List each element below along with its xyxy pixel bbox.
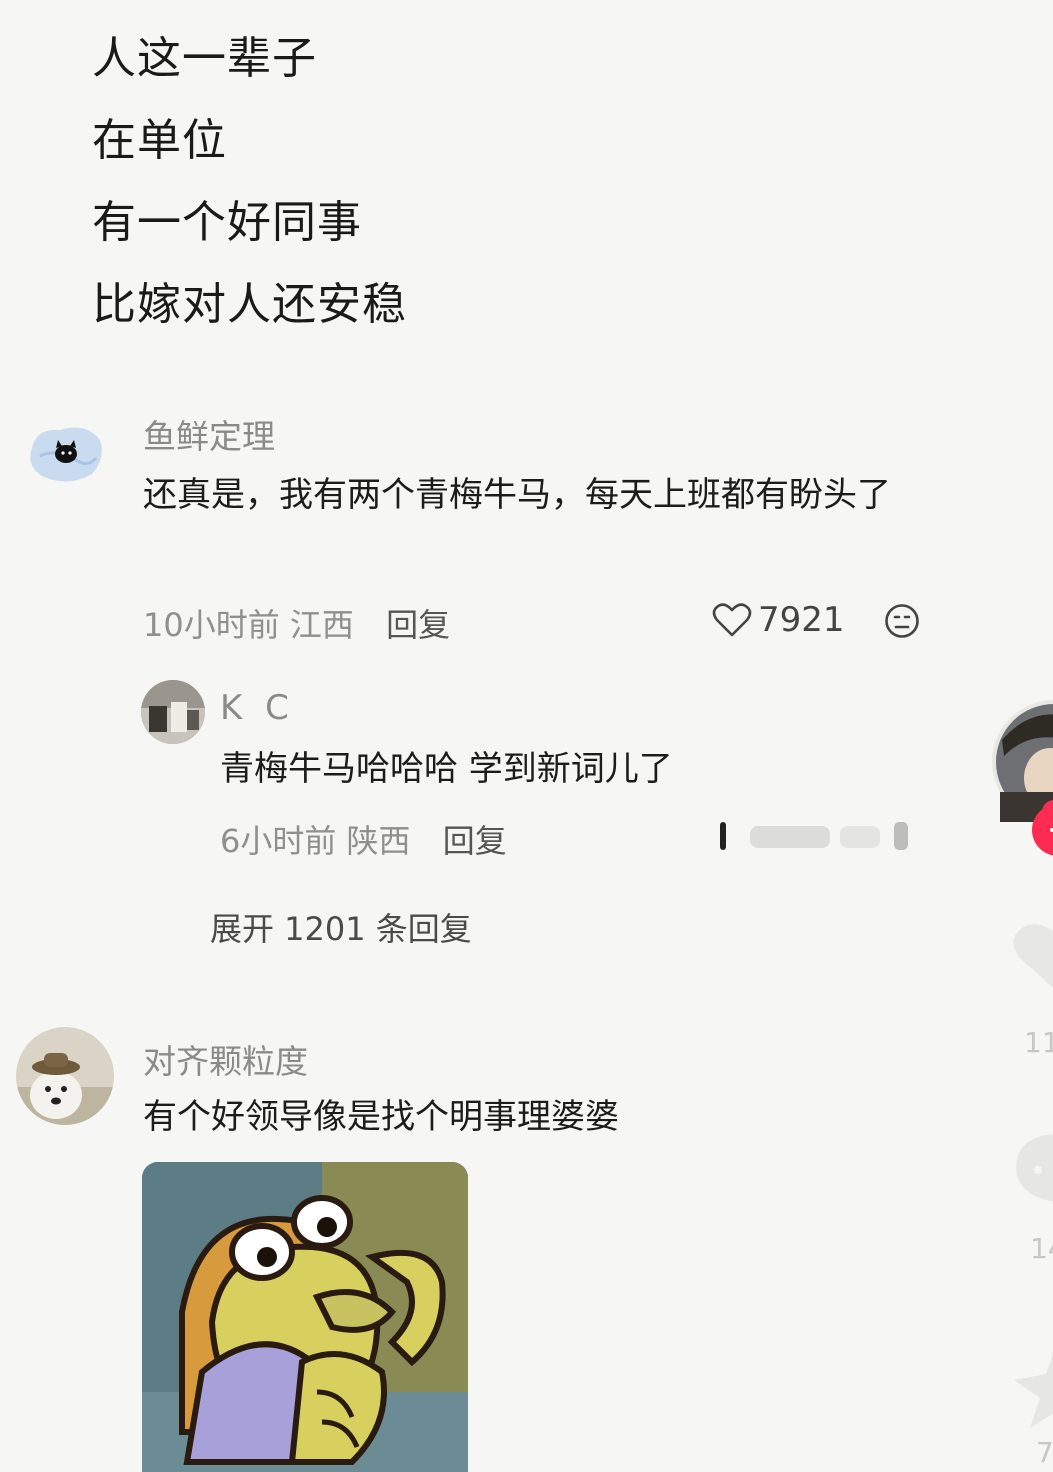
post-line: 人这一辈子 <box>92 33 317 84</box>
black-cat-avatar-icon[interactable] <box>26 418 106 486</box>
like-button[interactable]: 7921 <box>712 600 845 640</box>
comment-username[interactable]: 鱼鲜定理 <box>143 410 275 458</box>
post-line: 有一个好同事 <box>92 197 362 248</box>
comment-text: 有个好领导像是找个明事理婆婆 <box>143 1097 619 1137</box>
kc-avatar-icon[interactable] <box>141 680 205 744</box>
side-share-count: 7 <box>1036 1436 1053 1469</box>
comment-meta: 10小时前 江西 回复 <box>143 600 450 646</box>
reply-actions-blurred <box>690 818 920 854</box>
reply-username[interactable]: K C <box>220 688 295 728</box>
side-heart-icon[interactable] <box>1010 918 1053 1002</box>
follow-button[interactable] <box>1030 802 1053 858</box>
reply-text: 青梅牛马哈哈哈 学到新词儿了 <box>220 749 673 789</box>
reply-meta: 6小时前 陕西 回复 <box>220 816 507 862</box>
cartoon-fish-sticker-icon[interactable] <box>142 1162 468 1472</box>
like-count: 7921 <box>758 600 845 640</box>
side-comment-count: 14 <box>1030 1232 1053 1265</box>
comment-location: 江西 <box>289 606 354 644</box>
post-line: 比嫁对人还安稳 <box>92 279 407 330</box>
dislike-face-icon[interactable] <box>884 603 920 643</box>
post-line: 在单位 <box>92 115 227 166</box>
comment-username[interactable]: 对齐颗粒度 <box>143 1035 308 1083</box>
post-text: 人这一辈子 在单位 有一个好同事 比嫁对人还安稳 <box>92 18 407 346</box>
expand-replies-button[interactable]: 展开 1201 条回复 <box>210 904 472 950</box>
comment-time: 10小时前 <box>143 606 280 644</box>
dog-with-hat-avatar-icon[interactable] <box>16 1027 114 1125</box>
comment-text: 还真是，我有两个青梅牛马，每天上班都有盼头了 <box>143 475 891 515</box>
reply-location: 陕西 <box>346 822 411 860</box>
reply-reply-button[interactable]: 回复 <box>443 822 507 860</box>
side-comment-icon[interactable] <box>1012 1130 1053 1214</box>
reply-button[interactable]: 回复 <box>386 606 450 644</box>
side-star-icon[interactable] <box>1012 1340 1053 1434</box>
reply-time: 6小时前 <box>220 822 337 860</box>
heart-icon <box>712 603 752 637</box>
side-like-count: 11 <box>1024 1026 1053 1059</box>
